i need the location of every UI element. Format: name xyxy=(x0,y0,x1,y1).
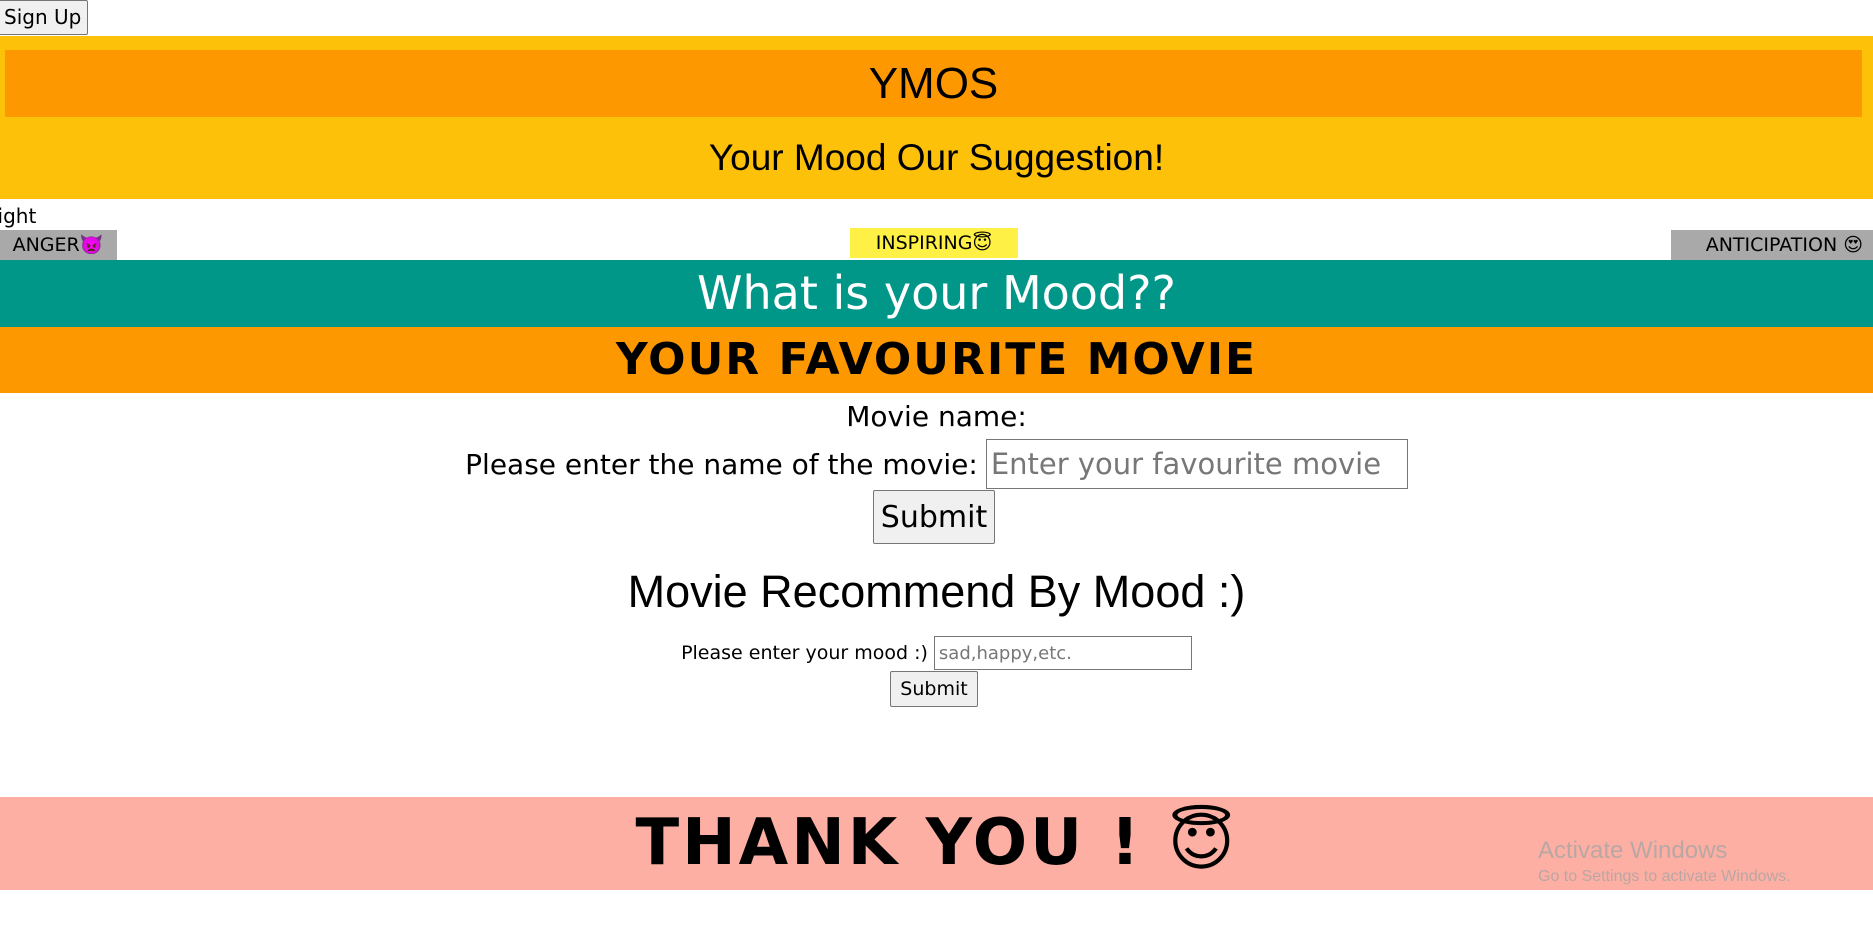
mood-question-heading: What is your Mood?? xyxy=(0,260,1873,327)
mood-button-anticipation[interactable]: ANTICIPATION 😍 xyxy=(1671,230,1873,260)
movie-submit-button[interactable]: Submit xyxy=(873,490,995,544)
movie-name-prompt: Please enter the name of the movie: xyxy=(465,447,978,481)
theme-toggle-label[interactable]: light xyxy=(0,203,36,229)
mood-input[interactable] xyxy=(933,636,1192,670)
movie-name-input[interactable] xyxy=(985,439,1408,489)
mood-prompt: Please enter your mood :) xyxy=(681,642,928,664)
mood-submit-button[interactable]: Submit xyxy=(890,671,978,707)
mood-input-row: Please enter your mood :) xyxy=(0,636,1873,670)
mood-button-anger[interactable]: ANGER👿 xyxy=(0,230,117,260)
site-title: YMOS xyxy=(5,50,1862,117)
mood-button-inspiring[interactable]: INSPIRING😇 xyxy=(850,228,1018,258)
favourite-movie-heading: YOUR FAVOURITE MOVIE xyxy=(0,327,1873,393)
site-tagline: Your Mood Our Suggestion! xyxy=(708,137,1165,178)
watermark-subtitle: Go to Settings to activate Windows. xyxy=(1538,868,1791,885)
sign-up-button[interactable]: Sign Up xyxy=(0,0,89,35)
activate-windows-watermark: Activate Windows Go to Settings to activ… xyxy=(1538,836,1791,888)
recommend-heading: Movie Recommend By Mood :) xyxy=(627,566,1246,617)
movie-input-row: Please enter the name of the movie: xyxy=(0,438,1873,490)
movie-name-label: Movie name: xyxy=(846,400,1027,433)
watermark-title: Activate Windows xyxy=(1538,837,1728,864)
